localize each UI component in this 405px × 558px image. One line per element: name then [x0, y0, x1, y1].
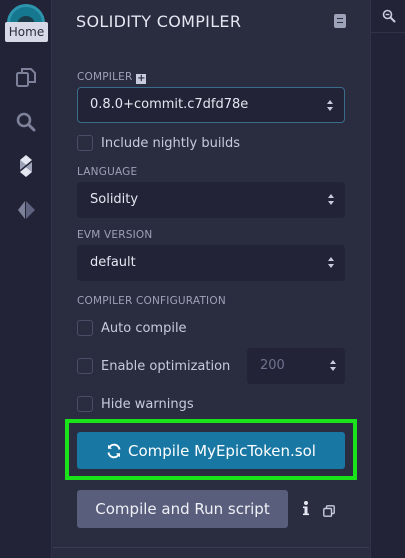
language-select[interactable]: Solidity — [77, 182, 345, 218]
sync-icon — [106, 443, 122, 459]
evm-version-value: default — [90, 255, 136, 270]
compile-button[interactable]: Compile MyEpicToken.sol — [77, 432, 345, 469]
compiler-configuration-label: COMPILER CONFIGURATION — [77, 295, 226, 307]
file-explorer-icon[interactable] — [14, 65, 38, 89]
language-value: Solidity — [90, 192, 139, 207]
zoom-icon[interactable] — [371, 0, 405, 33]
select-chevron-icon — [328, 194, 335, 206]
evm-version-label: EVM VERSION — [77, 229, 153, 241]
evm-version-select[interactable]: default — [77, 245, 345, 281]
auto-compile-label: Auto compile — [101, 320, 187, 336]
solidity-compiler-icon[interactable] — [14, 154, 38, 178]
optimization-label: Enable optimization — [101, 358, 231, 374]
optimization-runs-value: 200 — [260, 358, 285, 373]
nightly-builds-row[interactable]: Include nightly builds — [77, 134, 240, 152]
compile-run-script-button[interactable]: Compile and Run script — [77, 490, 288, 528]
hide-warnings-checkbox[interactable] — [77, 396, 93, 412]
hide-warnings-row[interactable]: Hide warnings — [77, 395, 194, 413]
compiler-panel: SOLIDITY COMPILER COMPILER + 0.8.0+commit… — [53, 0, 369, 558]
select-chevron-icon — [328, 257, 335, 269]
compile-button-label: Compile MyEpicToken.sol — [128, 441, 316, 460]
search-icon[interactable] — [14, 110, 38, 134]
optimization-row[interactable]: Enable optimization — [77, 357, 230, 375]
compiler-label: COMPILER + — [77, 71, 147, 84]
panel-title: SOLIDITY COMPILER — [76, 12, 242, 31]
compile-run-script-label: Compile and Run script — [95, 500, 270, 518]
optimization-runs-input[interactable]: 200 — [247, 348, 345, 384]
icon-rail: Home — [0, 0, 52, 558]
stepper-chevron-icon — [330, 360, 337, 372]
copy-icon[interactable] — [323, 502, 335, 517]
compiler-version-value: 0.8.0+commit.c7dfd78e — [90, 97, 249, 112]
nightly-builds-checkbox[interactable] — [77, 135, 93, 151]
auto-compile-checkbox[interactable] — [77, 320, 93, 336]
info-icon[interactable] — [303, 500, 309, 516]
add-compiler-icon[interactable]: + — [136, 74, 147, 84]
home-tooltip: Home — [5, 22, 48, 42]
optimization-checkbox[interactable] — [77, 358, 93, 374]
hide-warnings-label: Hide warnings — [101, 396, 194, 412]
select-chevron-icon — [327, 100, 334, 112]
nightly-builds-label: Include nightly builds — [101, 135, 241, 151]
language-label: LANGUAGE — [77, 166, 138, 178]
deploy-run-icon[interactable] — [14, 198, 38, 222]
panel-divider — [53, 547, 369, 548]
compiler-version-select[interactable]: 0.8.0+commit.c7dfd78e — [77, 87, 345, 123]
right-strip — [370, 0, 405, 558]
documentation-icon[interactable] — [334, 14, 346, 28]
auto-compile-row[interactable]: Auto compile — [77, 319, 187, 337]
